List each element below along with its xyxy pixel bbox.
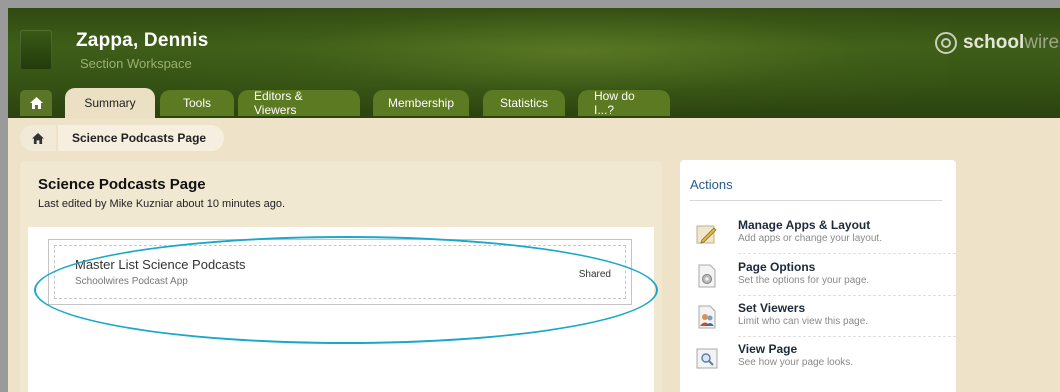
breadcrumb-home[interactable]	[20, 125, 56, 151]
workspace-header: Zappa, Dennis Section Workspace school wi…	[8, 8, 1060, 118]
action-separator	[738, 336, 956, 337]
tab-membership[interactable]: Membership	[373, 90, 469, 116]
app-shared-status: Shared	[578, 269, 611, 280]
workspace-label: Section Workspace	[80, 56, 192, 71]
home-icon	[32, 132, 44, 144]
app-region: Master List Science Podcasts Schoolwires…	[48, 239, 632, 305]
action-desc: Limit who can view this page.	[738, 316, 869, 327]
action-desc: See how your page looks.	[738, 357, 854, 368]
actions-divider	[690, 200, 942, 201]
action-view-page[interactable]: View Page See how your page looks.	[696, 342, 948, 382]
tab-tools[interactable]: Tools	[160, 90, 234, 116]
breadcrumb-current-page[interactable]: Science Podcasts Page	[58, 125, 225, 151]
screenshot-frame: Zappa, Dennis Section Workspace school wi…	[0, 0, 1060, 392]
pencil-icon	[696, 222, 718, 246]
action-separator	[738, 253, 956, 254]
action-desc: Set the options for your page.	[738, 275, 870, 286]
action-separator	[738, 295, 956, 296]
gear-page-icon	[696, 264, 718, 288]
magnifier-icon	[696, 346, 718, 370]
brand-light: wires	[1024, 32, 1060, 53]
brand-bold: school	[963, 32, 1025, 53]
actions-panel: Actions Manage Apps & Layout Add apps or…	[680, 160, 956, 392]
action-set-viewers[interactable]: Set Viewers Limit who can view this page…	[696, 301, 956, 341]
tab-how-do-i[interactable]: How do I...?	[578, 89, 670, 117]
app-type: Schoolwires Podcast App	[75, 276, 188, 287]
section-book-icon	[20, 30, 52, 70]
action-label: View Page	[738, 342, 798, 356]
people-icon	[696, 305, 718, 329]
action-label: Page Options	[738, 260, 816, 274]
podcast-app-block[interactable]: Master List Science Podcasts Schoolwires…	[54, 245, 626, 299]
last-edited-note: Last edited by Mike Kuzniar about 10 min…	[38, 198, 286, 210]
action-label: Set Viewers	[738, 301, 806, 315]
page-title: Science Podcasts Page	[38, 176, 206, 193]
user-name: Zappa, Dennis	[76, 30, 209, 51]
breadcrumb: Science Podcasts Page	[20, 125, 225, 151]
tab-summary[interactable]: Summary	[65, 88, 155, 118]
page-layout-preview: Master List Science Podcasts Schoolwires…	[28, 227, 658, 392]
action-manage-apps-layout[interactable]: Manage Apps & Layout Add apps or change …	[696, 218, 956, 258]
schoolwires-logo-icon	[935, 32, 957, 54]
page-summary-panel: Science Podcasts Page Last edited by Mik…	[20, 161, 662, 392]
tab-editors-viewers[interactable]: Editors & Viewers	[238, 89, 360, 117]
action-page-options[interactable]: Page Options Set the options for your pa…	[696, 260, 956, 300]
workspace-app: Zappa, Dennis Section Workspace school wi…	[8, 8, 1060, 392]
actions-title: Actions	[690, 177, 733, 192]
action-label: Manage Apps & Layout	[738, 218, 871, 232]
tab-statistics[interactable]: Statistics	[483, 90, 565, 116]
action-desc: Add apps or change your layout.	[738, 233, 882, 244]
app-title: Master List Science Podcasts	[75, 257, 246, 272]
brand-logo[interactable]: schoolwires	[935, 28, 1060, 58]
home-icon	[29, 97, 43, 109]
tab-home[interactable]	[20, 90, 52, 116]
